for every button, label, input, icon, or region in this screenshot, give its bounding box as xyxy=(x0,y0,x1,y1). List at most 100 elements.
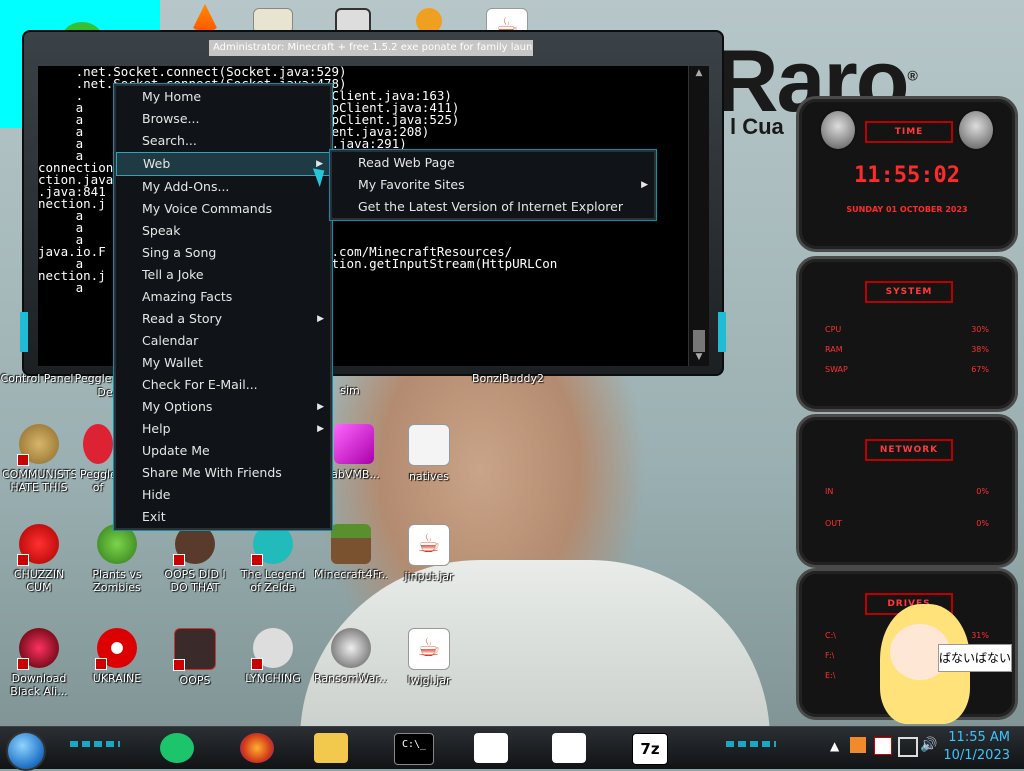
desktop-icon-vlc[interactable] xyxy=(168,4,242,30)
menu-item[interactable]: Exit xyxy=(116,506,330,528)
gadget-title: TIME xyxy=(865,121,953,143)
taskbar-console-icon[interactable]: C:\_ xyxy=(394,733,434,765)
taskbar-folder-icon[interactable] xyxy=(314,733,348,763)
alien-head-icon xyxy=(957,109,995,151)
menu-item-label: Search... xyxy=(142,133,197,148)
game-icon xyxy=(173,628,216,671)
icon-label: Plants vs Zombies xyxy=(92,568,142,594)
taskbar-decor xyxy=(726,741,776,747)
icon-label: LYNCHING xyxy=(245,672,301,685)
icon-label: BonziBuddy2 xyxy=(471,372,545,385)
submenu-item[interactable]: My Favorite Sites ▶ xyxy=(332,174,654,196)
desktop-icon-peggle-wall[interactable]: Peggle of Wall xyxy=(80,424,116,494)
desktop-icon-ransomware[interactable]: RansomWar... xyxy=(314,628,388,685)
desktop-icon-plants[interactable]: Plants vs Zombies xyxy=(80,524,154,594)
tray-network-icon[interactable] xyxy=(898,737,918,757)
net-in-row: IN 0% xyxy=(825,487,989,496)
submenu-item[interactable]: Get the Latest Version of Internet Explo… xyxy=(332,196,654,218)
menu-item[interactable]: Share Me With Friends xyxy=(116,462,330,484)
alien-head-icon xyxy=(819,109,857,151)
menu-item[interactable]: My Wallet xyxy=(116,352,330,374)
money-bag-icon xyxy=(17,424,59,466)
icon-label: OOPS DID I DO THAT xyxy=(164,568,226,594)
menu-item[interactable]: Web ▶ xyxy=(116,152,330,176)
menu-item[interactable]: My Options ▶ xyxy=(116,396,330,418)
menu-item[interactable]: My Voice Commands xyxy=(116,198,330,220)
menu-item[interactable]: Sing a Song xyxy=(116,242,330,264)
menu-item[interactable]: Help ▶ xyxy=(116,418,330,440)
menu-item[interactable]: Search... xyxy=(116,130,330,152)
desktop-icon-communists[interactable]: COMMUNISTS HATE THIS G... xyxy=(2,424,76,494)
menu-item[interactable]: Speak xyxy=(116,220,330,242)
menu-item[interactable]: My Home xyxy=(116,86,330,108)
menu-item-label: Share Me With Friends xyxy=(142,465,282,480)
menu-item-label: Read a Story xyxy=(142,311,223,326)
taskbar-spotify-icon[interactable] xyxy=(160,733,194,763)
desktop-icon-lynching[interactable]: LYNCHING xyxy=(236,628,310,685)
zelda-icon xyxy=(251,524,293,566)
menu-item-label: Amazing Facts xyxy=(142,289,233,304)
desktop-icon-blackali[interactable]: Download Black Ali... xyxy=(2,628,76,698)
system-tray: ▲ 🔊 11:55 AM 10/1/2023 xyxy=(814,727,1024,769)
scroll-up-icon[interactable]: ▲ xyxy=(689,68,709,80)
desktop-icon-sim[interactable]: sim xyxy=(330,380,370,397)
desktop-icon-jinput[interactable]: jinput.jar xyxy=(392,524,466,583)
taskbar-firefox-icon[interactable] xyxy=(240,733,274,763)
desktop-icon-bonzibuddy[interactable]: BonziBuddy2 xyxy=(468,368,548,385)
menu-item[interactable]: Check For E-Mail... xyxy=(116,374,330,396)
desktop-icon-minecraft4fr[interactable]: Minecraft4Fr... xyxy=(314,524,388,581)
icon-label: Peggle of Wall xyxy=(80,468,116,494)
icon-label: jinput.jar xyxy=(404,570,454,583)
submenu-arrow-icon: ▶ xyxy=(317,314,324,324)
desktop-icon-chuzzin[interactable]: CHUZZIN CUM xyxy=(2,524,76,594)
menu-item-label: Tell a Joke xyxy=(142,267,204,282)
gadget-system[interactable]: SYSTEM CPU 30% RAM 38% SWAP 67% xyxy=(796,256,1018,412)
vlc-icon xyxy=(192,4,218,30)
tray-flag-icon[interactable] xyxy=(874,737,892,755)
folder-icon xyxy=(408,424,450,466)
taskbar-java-icon[interactable] xyxy=(474,733,508,763)
console-title[interactable]: Administrator: Minecraft + free 1.5.2 ex… xyxy=(209,40,533,56)
desktop-icon-oops[interactable]: OOPS DID I DO THAT xyxy=(158,524,232,594)
speech-bubble: ばないばない xyxy=(938,644,1012,672)
desktop-icon-oops2[interactable]: OOPS xyxy=(158,628,232,687)
window-frame-accent xyxy=(718,312,726,352)
menu-item-label: Web xyxy=(143,156,171,171)
menu-item[interactable]: Amazing Facts xyxy=(116,286,330,308)
icon-label: Minecraft4Fr... xyxy=(314,568,388,581)
desktop-icon-control-panel[interactable]: Control Panel xyxy=(0,368,74,385)
icon-label: sim xyxy=(340,384,360,397)
menu-item[interactable]: Hide xyxy=(116,484,330,506)
taskbar-java-icon[interactable] xyxy=(552,733,586,763)
tray-java-icon[interactable] xyxy=(850,737,866,753)
gadget-network[interactable]: NETWORK IN 0% OUT 0% xyxy=(796,414,1018,568)
desktop-icon-ukraine[interactable]: UKRAINE xyxy=(80,628,154,685)
desktop-icon-lwjgl[interactable]: lwjgl.jar xyxy=(392,628,466,687)
icon-label: lwjgl.jar xyxy=(407,674,451,687)
submenu-item[interactable]: Read Web Page xyxy=(332,152,654,174)
submenu-arrow-icon: ▶ xyxy=(317,402,324,412)
taskbar-clock[interactable]: 11:55 AM 10/1/2023 xyxy=(943,729,1010,765)
menu-item[interactable]: Tell a Joke xyxy=(116,264,330,286)
tray-volume-icon[interactable]: 🔊 xyxy=(920,737,937,753)
menu-item[interactable]: Calendar xyxy=(116,330,330,352)
menu-item[interactable]: Update Me xyxy=(116,440,330,462)
console-scrollbar[interactable]: ▲ ▼ xyxy=(688,66,709,366)
scroll-thumb[interactable] xyxy=(693,330,705,352)
taskbar: C:\_ 7z ▲ 🔊 11:55 AM 10/1/2023 xyxy=(0,726,1024,771)
menu-item[interactable]: Read a Story ▶ xyxy=(116,308,330,330)
shortcut-icon xyxy=(95,658,107,670)
desktop-icon-natives[interactable]: natives xyxy=(392,424,466,483)
tray-chevron-icon[interactable]: ▲ xyxy=(830,739,839,753)
menu-item-label: Browse... xyxy=(142,111,200,126)
scroll-down-icon[interactable]: ▼ xyxy=(689,352,709,364)
wallpaper-subtitle: l Cua xyxy=(730,114,784,139)
menu-item-label: My Options xyxy=(142,399,213,414)
menu-item[interactable]: My Add-Ons... xyxy=(116,176,330,198)
start-button[interactable] xyxy=(6,731,46,771)
gadget-time[interactable]: TIME 11:55:02 SUNDAY 01 OCTOBER 2023 xyxy=(796,96,1018,252)
menu-item[interactable]: Browse... xyxy=(116,108,330,130)
icon-label: Control Panel xyxy=(0,372,74,385)
taskbar-7zip-icon[interactable]: 7z xyxy=(632,733,668,765)
desktop-icon-zelda[interactable]: The Legend of Zelda xyxy=(236,524,310,594)
